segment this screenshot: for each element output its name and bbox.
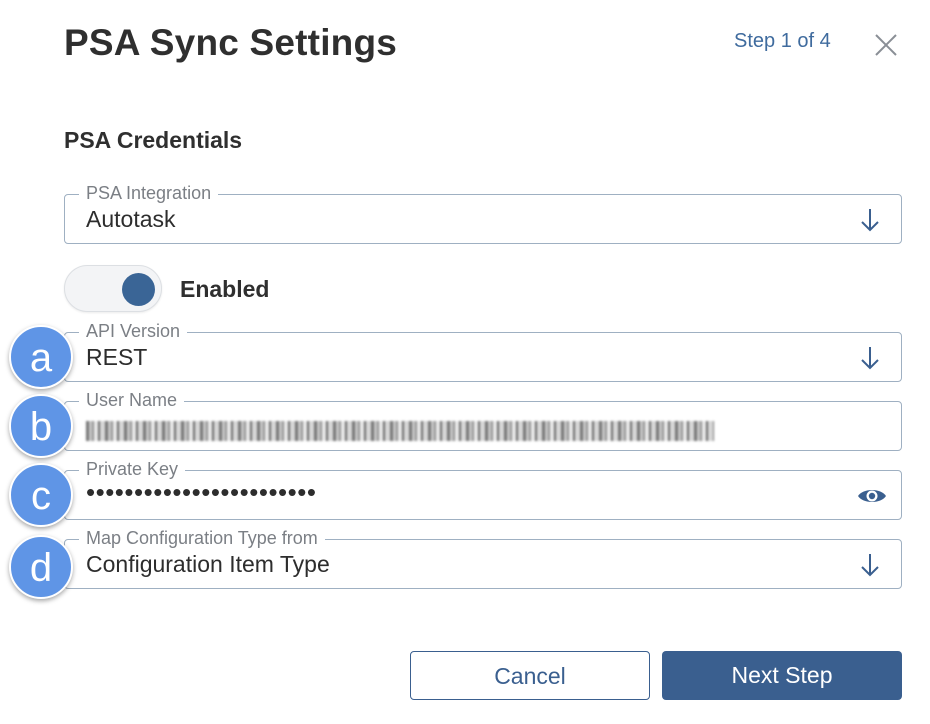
close-icon[interactable] [872,31,900,59]
psa-integration-value: Autotask [86,206,176,232]
enabled-toggle[interactable] [64,265,162,312]
api-version-label: API Version [79,321,188,341]
psa-integration-label: PSA Integration [79,183,219,203]
api-version-value: REST [86,344,148,370]
annotation-badge-b: b [9,394,73,458]
annotation-badge-c: c [9,463,73,527]
arrow-down-icon[interactable] [859,207,881,233]
psa-integration-select[interactable]: PSA Integration Autotask [64,183,902,244]
private-key-label: Private Key [79,459,186,479]
eye-icon[interactable] [857,485,887,507]
enabled-toggle-label: Enabled [180,276,270,302]
arrow-down-icon[interactable] [859,345,881,371]
user-name-field[interactable]: User Name [64,390,902,451]
private-key-value: •••••••••••••••••••••••• [86,477,317,507]
page-title: PSA Sync Settings [64,22,398,63]
map-config-type-label: Map Configuration Type from [79,528,325,548]
step-indicator: Step 1 of 4 [734,30,831,52]
annotation-badge-d: d [9,535,73,599]
toggle-knob [122,273,155,306]
private-key-field[interactable]: Private Key •••••••••••••••••••••••• [64,459,902,520]
redacted-username [86,420,714,441]
user-name-value [86,416,714,443]
section-title: PSA Credentials [64,127,243,153]
map-config-type-select[interactable]: Map Configuration Type from Configuratio… [64,528,902,589]
annotation-badge-a: a [9,325,73,389]
next-step-button[interactable]: Next Step [662,651,902,700]
user-name-label: User Name [79,390,185,410]
arrow-down-icon[interactable] [859,552,881,578]
map-config-type-value: Configuration Item Type [86,551,330,577]
cancel-button[interactable]: Cancel [410,651,650,700]
api-version-select[interactable]: API Version REST [64,321,902,382]
